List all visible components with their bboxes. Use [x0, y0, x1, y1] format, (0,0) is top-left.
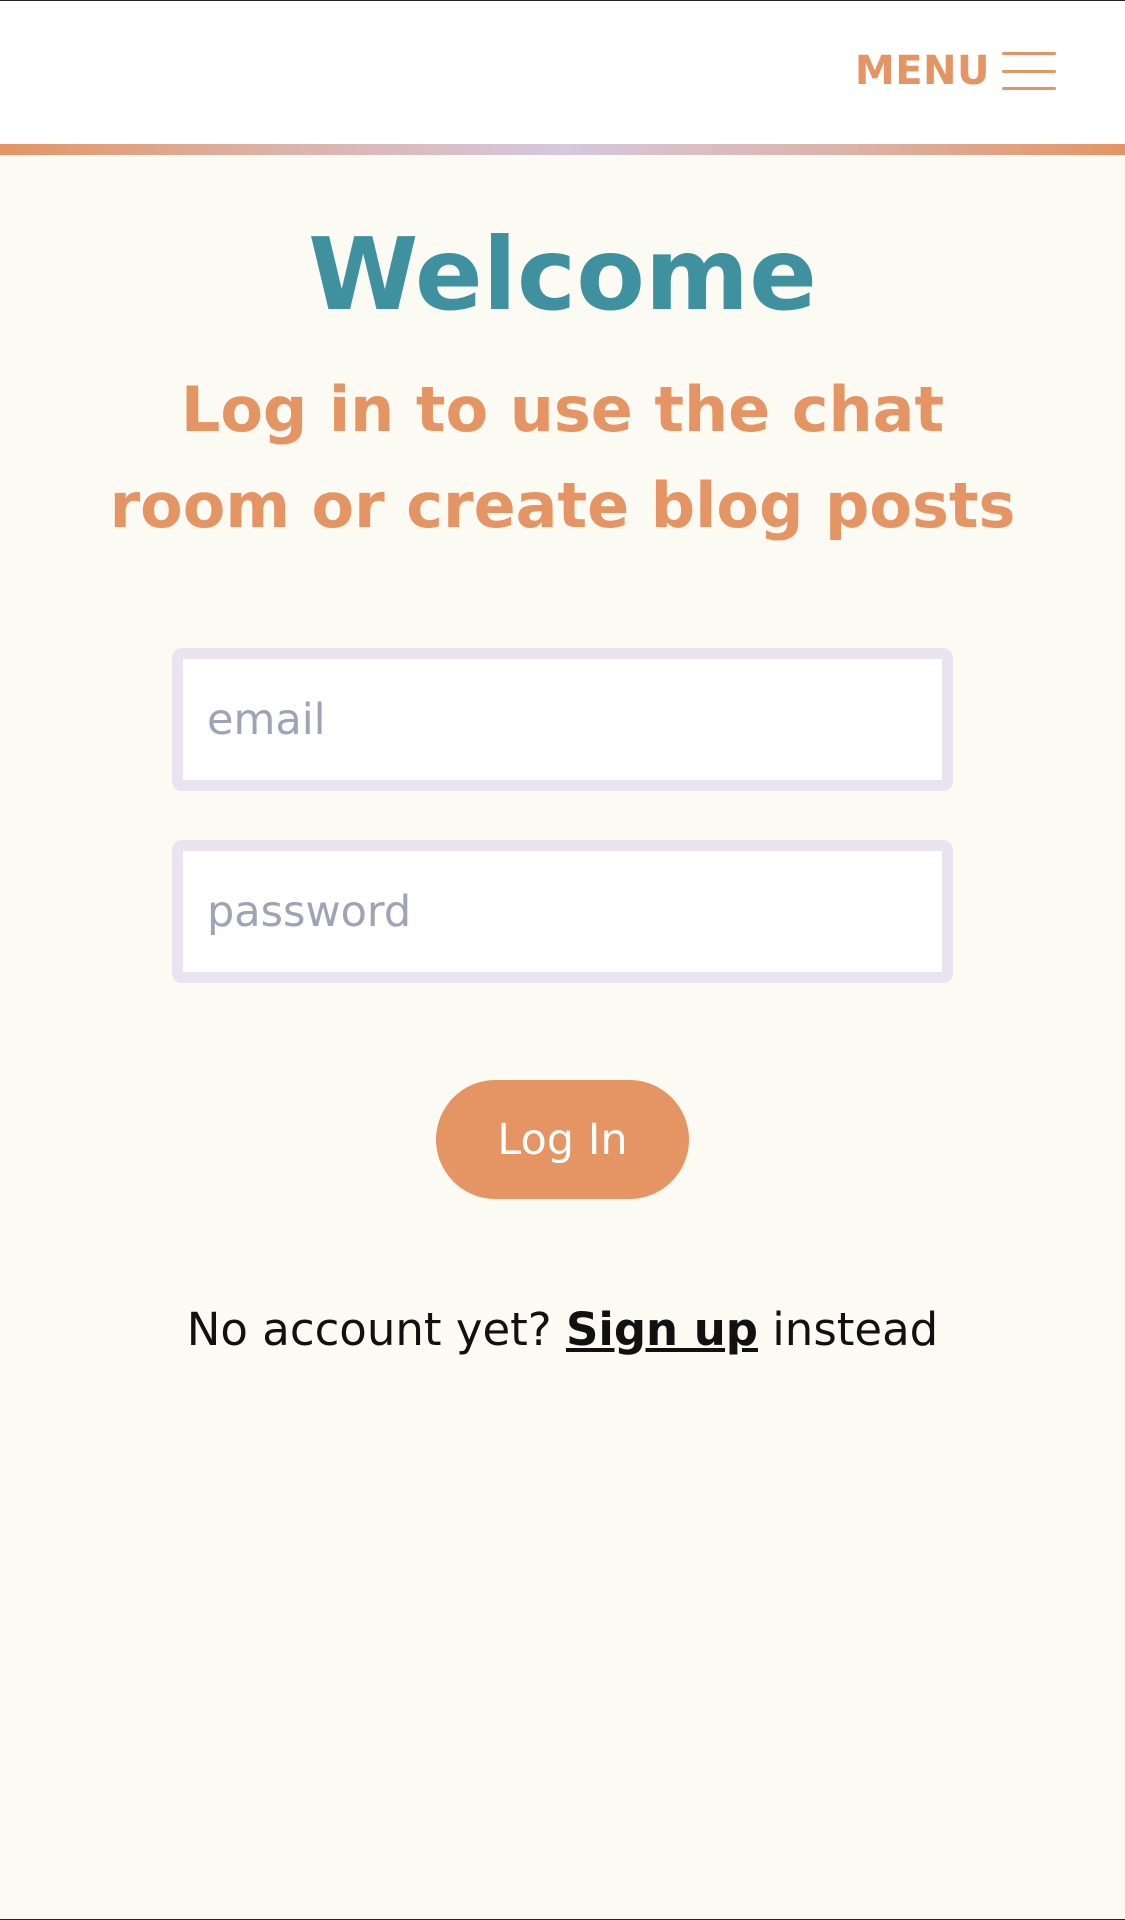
- login-button[interactable]: Log In: [436, 1080, 689, 1199]
- signup-prompt: No account yet? Sign up instead: [0, 1300, 1125, 1360]
- email-field[interactable]: [172, 648, 953, 791]
- signup-prefix: No account yet?: [186, 1303, 552, 1356]
- hamburger-line: [1002, 52, 1056, 55]
- signup-suffix: instead: [772, 1303, 939, 1356]
- hamburger-line: [1002, 69, 1056, 73]
- password-field[interactable]: [172, 840, 953, 983]
- hamburger-line: [1002, 87, 1056, 90]
- hamburger-icon[interactable]: [1002, 52, 1056, 90]
- top-header: MENU: [0, 0, 1125, 144]
- login-form: [172, 648, 953, 983]
- page-title: Welcome: [308, 216, 817, 333]
- menu-label: MENU: [854, 48, 990, 94]
- page-subtitle: Log in to use the chat room or create bl…: [109, 373, 1016, 542]
- menu-button[interactable]: MENU: [855, 46, 1056, 96]
- header-gradient-bar: [0, 144, 1125, 155]
- signup-link[interactable]: Sign up: [566, 1303, 758, 1356]
